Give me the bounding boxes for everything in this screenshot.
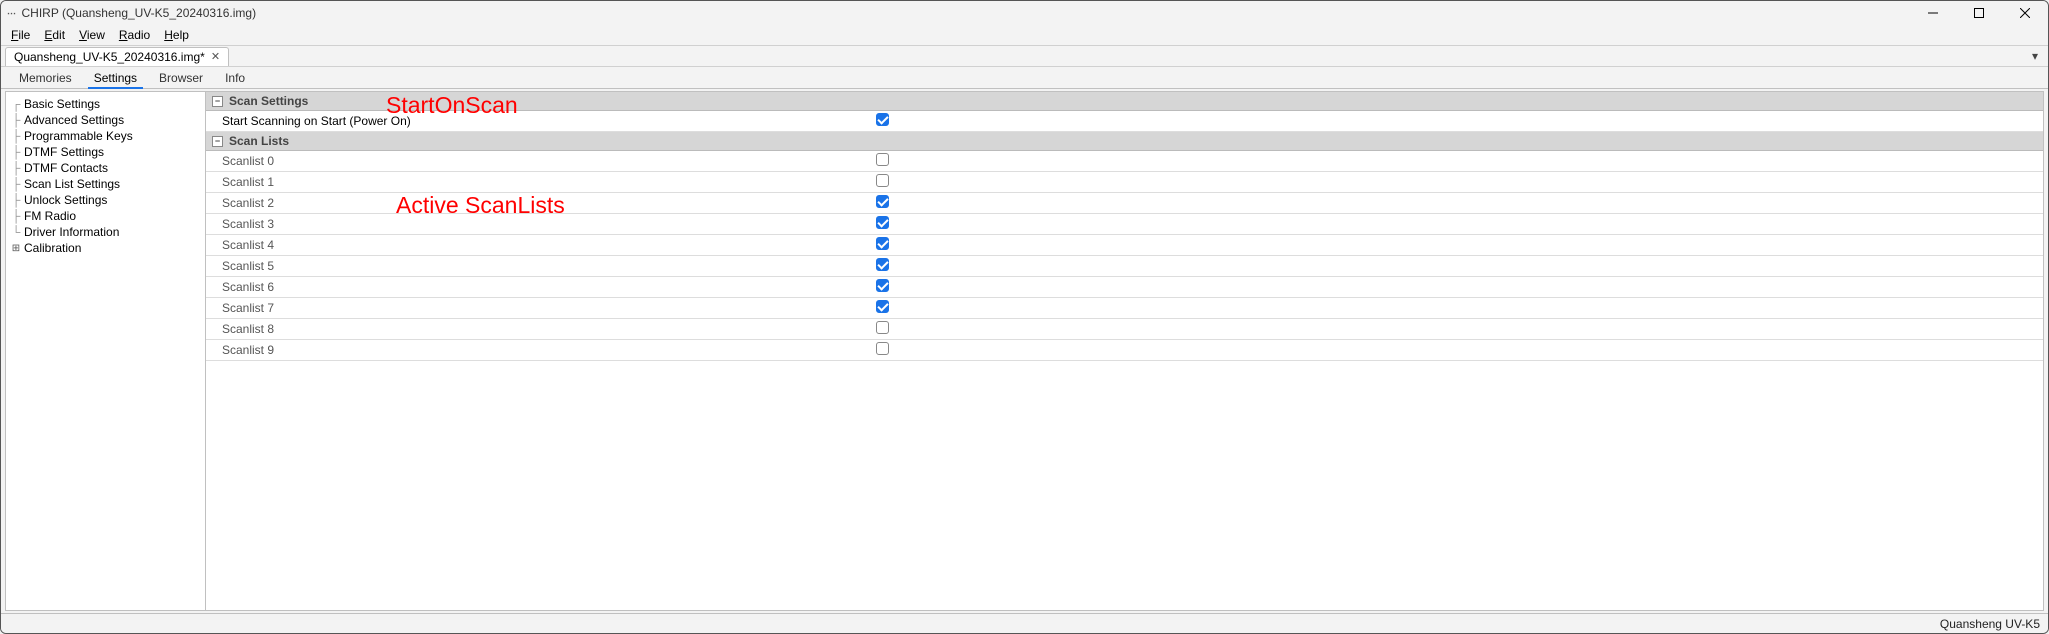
- row-label: Scanlist 8: [206, 320, 876, 338]
- menu-help[interactable]: Help: [158, 26, 195, 44]
- row-label: Scanlist 2: [206, 194, 876, 212]
- tree-item-driver-information[interactable]: └Driver Information: [8, 224, 203, 240]
- collapse-icon[interactable]: −: [212, 96, 223, 107]
- settings-tree[interactable]: ┌Basic Settings ├Advanced Settings ├Prog…: [6, 92, 206, 610]
- row-scanlist-4: Scanlist 4: [206, 235, 2043, 256]
- tab-settings[interactable]: Settings: [84, 68, 147, 88]
- close-button[interactable]: [2002, 1, 2048, 25]
- status-device: Quansheng UV-K5: [1940, 617, 2040, 631]
- row-label: Scanlist 7: [206, 299, 876, 317]
- row-label: Scanlist 6: [206, 278, 876, 296]
- row-scanlist-3: Scanlist 3: [206, 214, 2043, 235]
- window-controls: [1910, 1, 2048, 25]
- tree-item-advanced-settings[interactable]: ├Advanced Settings: [8, 112, 203, 128]
- tab-info[interactable]: Info: [215, 68, 255, 88]
- file-tab-dropdown-icon[interactable]: ▾: [2026, 47, 2044, 65]
- row-scanlist-2: Scanlist 2: [206, 193, 2043, 214]
- window-title: CHIRP (Quansheng_UV-K5_20240316.img): [22, 6, 257, 20]
- section-header-scan-lists: − Scan Lists: [206, 132, 2043, 151]
- minimize-button[interactable]: [1910, 1, 1956, 25]
- tree-item-calibration[interactable]: ⊞Calibration: [8, 240, 203, 256]
- tree-item-unlock-settings[interactable]: ├Unlock Settings: [8, 192, 203, 208]
- checkbox-scanlist-0[interactable]: [876, 153, 889, 166]
- main-area: ┌Basic Settings ├Advanced Settings ├Prog…: [5, 91, 2044, 611]
- file-tab-row: Quansheng_UV-K5_20240316.img* ✕ ▾: [1, 45, 2048, 67]
- row-scanlist-8: Scanlist 8: [206, 319, 2043, 340]
- view-tabs: Memories Settings Browser Info: [1, 67, 2048, 89]
- row-label: Scanlist 0: [206, 152, 876, 170]
- menu-edit[interactable]: Edit: [38, 26, 71, 44]
- checkbox-scanlist-2[interactable]: [876, 195, 889, 208]
- collapse-icon[interactable]: −: [212, 136, 223, 147]
- menu-radio[interactable]: Radio: [113, 26, 156, 44]
- tab-browser[interactable]: Browser: [149, 68, 213, 88]
- tree-item-scan-list-settings[interactable]: ├Scan List Settings: [8, 176, 203, 192]
- settings-content: StartOnScan Active ScanLists − Scan Sett…: [206, 92, 2043, 610]
- row-scanlist-0: Scanlist 0: [206, 151, 2043, 172]
- tree-item-programmable-keys[interactable]: ├Programmable Keys: [8, 128, 203, 144]
- row-scanlist-5: Scanlist 5: [206, 256, 2043, 277]
- row-scanlist-7: Scanlist 7: [206, 298, 2043, 319]
- row-label: Scanlist 3: [206, 215, 876, 233]
- row-scanlist-6: Scanlist 6: [206, 277, 2043, 298]
- file-tab[interactable]: Quansheng_UV-K5_20240316.img* ✕: [5, 47, 229, 66]
- section-title: Scan Settings: [229, 94, 308, 108]
- row-scanlist-9: Scanlist 9: [206, 340, 2043, 361]
- tree-item-dtmf-settings[interactable]: ├DTMF Settings: [8, 144, 203, 160]
- file-tab-close-icon[interactable]: ✕: [211, 50, 220, 63]
- statusbar: Quansheng UV-K5: [1, 613, 2048, 633]
- row-label: Scanlist 9: [206, 341, 876, 359]
- row-label: Start Scanning on Start (Power On): [206, 112, 876, 130]
- row-label: Scanlist 4: [206, 236, 876, 254]
- app-icon: ⋯: [7, 8, 16, 19]
- row-scanlist-1: Scanlist 1: [206, 172, 2043, 193]
- checkbox-scanlist-4[interactable]: [876, 237, 889, 250]
- expand-icon[interactable]: ⊞: [10, 243, 22, 254]
- checkbox-scanlist-5[interactable]: [876, 258, 889, 271]
- checkbox-scanlist-1[interactable]: [876, 174, 889, 187]
- menu-view[interactable]: View: [73, 26, 111, 44]
- row-start-scanning-on-start: Start Scanning on Start (Power On): [206, 111, 2043, 132]
- checkbox-start-scanning-on-start[interactable]: [876, 113, 889, 126]
- row-label: Scanlist 5: [206, 257, 876, 275]
- app-window: ⋯ CHIRP (Quansheng_UV-K5_20240316.img) F…: [0, 0, 2049, 634]
- checkbox-scanlist-9[interactable]: [876, 342, 889, 355]
- menu-file[interactable]: File: [5, 26, 36, 44]
- row-label: Scanlist 1: [206, 173, 876, 191]
- file-tab-label: Quansheng_UV-K5_20240316.img*: [14, 50, 205, 64]
- checkbox-scanlist-7[interactable]: [876, 300, 889, 313]
- checkbox-scanlist-6[interactable]: [876, 279, 889, 292]
- menubar: File Edit View Radio Help: [1, 25, 2048, 45]
- checkbox-scanlist-3[interactable]: [876, 216, 889, 229]
- tab-memories[interactable]: Memories: [9, 68, 82, 88]
- titlebar: ⋯ CHIRP (Quansheng_UV-K5_20240316.img): [1, 1, 2048, 25]
- tree-item-fm-radio[interactable]: ├FM Radio: [8, 208, 203, 224]
- tree-item-basic-settings[interactable]: ┌Basic Settings: [8, 96, 203, 112]
- section-title: Scan Lists: [229, 134, 289, 148]
- section-header-scan-settings: − Scan Settings: [206, 92, 2043, 111]
- checkbox-scanlist-8[interactable]: [876, 321, 889, 334]
- maximize-button[interactable]: [1956, 1, 2002, 25]
- tree-item-dtmf-contacts[interactable]: ├DTMF Contacts: [8, 160, 203, 176]
